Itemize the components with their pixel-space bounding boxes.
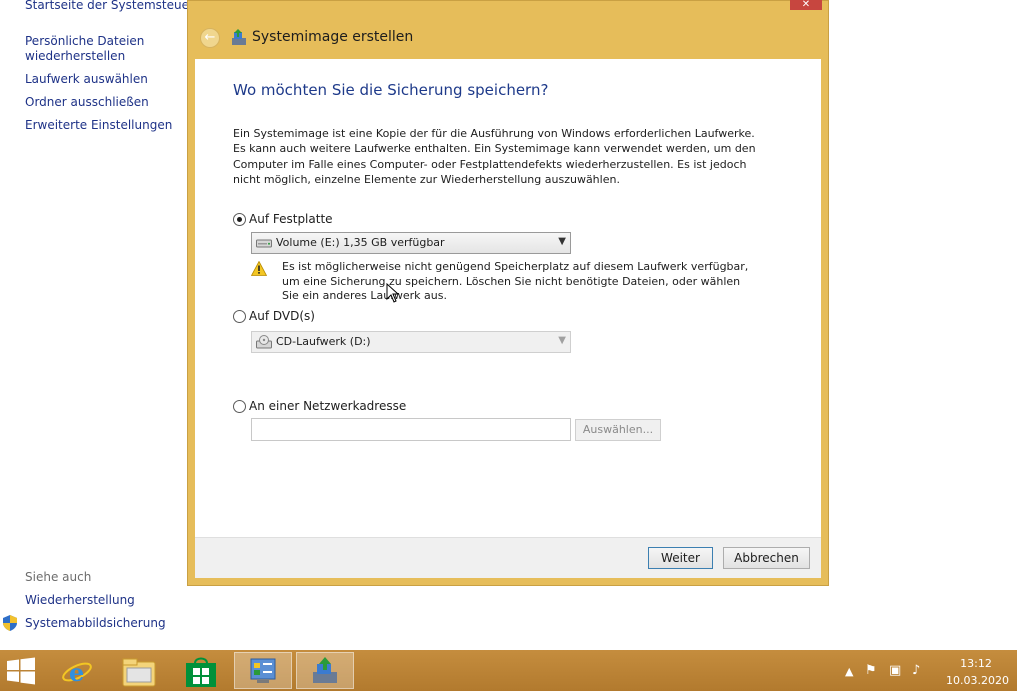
radio-dvd-label[interactable]: Auf DVD(s): [249, 309, 315, 323]
close-button[interactable]: ✕: [790, 0, 822, 10]
warning-text: Es ist möglicherweise nicht genügend Spe…: [282, 260, 749, 302]
tray-flag-icon[interactable]: ⚑: [865, 663, 877, 678]
svg-text:e: e: [69, 658, 84, 687]
link-select-drive[interactable]: Laufwerk auswählen: [25, 72, 148, 87]
tray-chevron-up-icon[interactable]: ▲: [845, 665, 853, 678]
radio-hard-disk[interactable]: [233, 213, 246, 226]
dialog-title: Systemimage erstellen: [252, 29, 414, 45]
hard-disk-dropdown[interactable]: Volume (E:) 1,35 GB verfügbar ▼: [251, 232, 571, 254]
link-recovery[interactable]: Wiederherstellung: [25, 593, 135, 608]
hard-disk-dropdown-value: Volume (E:) 1,35 GB verfügbar: [276, 236, 445, 249]
see-also-heading: Siehe auch: [25, 570, 92, 584]
radio-network-label[interactable]: An einer Netzwerkadresse: [249, 399, 406, 413]
internet-explorer-icon[interactable]: e: [60, 655, 94, 689]
backup-icon: [232, 29, 246, 45]
hard-drive-icon: [256, 239, 272, 248]
radio-network[interactable]: [233, 400, 246, 413]
next-button[interactable]: Weiter: [648, 547, 713, 569]
warning-icon: [251, 261, 267, 276]
dvd-dropdown-value: CD-Laufwerk (D:): [276, 335, 371, 348]
tray-network-icon[interactable]: ▣: [889, 663, 901, 678]
cancel-button[interactable]: Abbrechen: [723, 547, 810, 569]
back-arrow-icon[interactable]: ←: [200, 28, 220, 48]
radio-hard-disk-label[interactable]: Auf Festplatte: [249, 212, 333, 226]
taskbar-control-panel[interactable]: [234, 652, 292, 689]
network-path-input[interactable]: [251, 418, 571, 441]
tray-volume-icon[interactable]: ♪: [912, 663, 920, 678]
chevron-down-icon: ▼: [558, 236, 566, 247]
chevron-down-icon: ▼: [558, 335, 566, 346]
taskbar-backup[interactable]: [296, 652, 354, 689]
link-restore-files-line2[interactable]: wiederherstellen: [25, 49, 125, 64]
cd-drive-icon: [256, 335, 272, 349]
description-text: Ein Systemimage ist eine Kopie der für d…: [233, 127, 756, 186]
dvd-dropdown[interactable]: CD-Laufwerk (D:) ▼: [251, 331, 571, 353]
control-panel-icon: [250, 658, 276, 683]
store-icon[interactable]: [184, 655, 218, 689]
link-exclude-folders[interactable]: Ordner ausschließen: [25, 95, 149, 110]
backup-icon: [313, 657, 337, 683]
radio-dvd[interactable]: [233, 310, 246, 323]
link-system-image-backup[interactable]: Systemabbildsicherung: [25, 616, 166, 631]
link-advanced-settings[interactable]: Erweiterte Einstellungen: [25, 118, 172, 133]
file-explorer-icon[interactable]: [121, 656, 157, 688]
link-restore-files[interactable]: Persönliche Dateien: [25, 34, 144, 49]
clock-date[interactable]: 10.03.2020: [946, 674, 1009, 687]
shield-icon: [3, 615, 17, 631]
windows-start-icon[interactable]: [6, 657, 36, 685]
browse-button[interactable]: Auswählen...: [575, 419, 661, 441]
clock-time[interactable]: 13:12: [958, 657, 994, 670]
mouse-cursor-icon: [386, 283, 400, 303]
page-heading: Wo möchten Sie die Sicherung speichern?: [233, 81, 549, 99]
